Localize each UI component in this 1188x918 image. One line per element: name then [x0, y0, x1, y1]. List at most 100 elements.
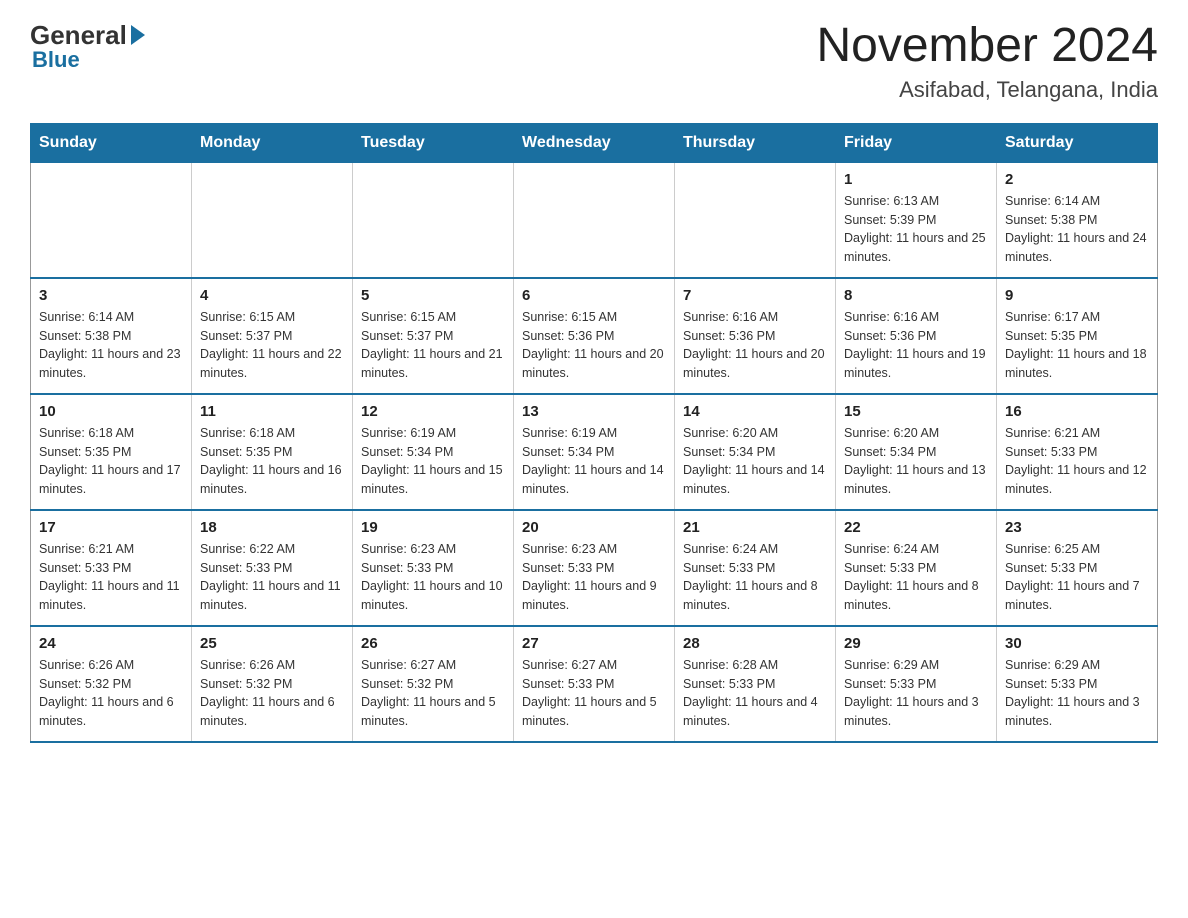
day-number: 5 [361, 287, 505, 304]
location-subtitle: Asifabad, Telangana, India [816, 77, 1158, 103]
calendar-cell: 6 Sunrise: 6:15 AMSunset: 5:36 PMDaylight… [514, 278, 675, 394]
weekday-header-wednesday: Wednesday [514, 123, 675, 162]
calendar-cell: 17 Sunrise: 6:21 AMSunset: 5:33 PMDayligh… [31, 510, 192, 626]
calendar-cell: 13Sunrise: 6:19 AMSunset: 5:34 PMDayligh… [514, 394, 675, 510]
day-number: 27 [522, 635, 666, 652]
day-info: Sunrise: 6:27 AMSunset: 5:33 PMDaylight:… [522, 656, 666, 731]
day-number: 10 [39, 403, 183, 420]
calendar-cell: 16 Sunrise: 6:21 AMSunset: 5:33 PMDayligh… [997, 394, 1158, 510]
calendar-cell: 28Sunrise: 6:28 AMSunset: 5:33 PMDayligh… [675, 626, 836, 742]
calendar-cell: 8 Sunrise: 6:16 AMSunset: 5:36 PMDaylight… [836, 278, 997, 394]
day-number: 29 [844, 635, 988, 652]
calendar-cell: 20 Sunrise: 6:23 AMSunset: 5:33 PMDayligh… [514, 510, 675, 626]
day-info: Sunrise: 6:13 AMSunset: 5:39 PMDaylight:… [844, 192, 988, 267]
day-number: 25 [200, 635, 344, 652]
month-title: November 2024 [816, 20, 1158, 73]
day-number: 20 [522, 519, 666, 536]
day-number: 17 [39, 519, 183, 536]
calendar-cell: 9 Sunrise: 6:17 AMSunset: 5:35 PMDaylight… [997, 278, 1158, 394]
day-info: Sunrise: 6:21 AMSunset: 5:33 PMDaylight:… [39, 540, 183, 615]
logo-blue-text: Blue [32, 47, 80, 73]
logo: General Blue [30, 20, 145, 73]
calendar-cell: 2 Sunrise: 6:14 AMSunset: 5:38 PMDaylight… [997, 162, 1158, 278]
weekday-header-monday: Monday [192, 123, 353, 162]
weekday-header-sunday: Sunday [31, 123, 192, 162]
day-number: 23 [1005, 519, 1149, 536]
calendar-cell: 11 Sunrise: 6:18 AMSunset: 5:35 PMDayligh… [192, 394, 353, 510]
day-info: Sunrise: 6:15 AMSunset: 5:37 PMDaylight:… [200, 308, 344, 383]
day-info: Sunrise: 6:23 AMSunset: 5:33 PMDaylight:… [522, 540, 666, 615]
day-number: 21 [683, 519, 827, 536]
day-number: 30 [1005, 635, 1149, 652]
calendar-cell: 7 Sunrise: 6:16 AMSunset: 5:36 PMDaylight… [675, 278, 836, 394]
calendar-cell: 25 Sunrise: 6:26 AMSunset: 5:32 PMDayligh… [192, 626, 353, 742]
day-number: 19 [361, 519, 505, 536]
page-header: General Blue November 2024 Asifabad, Tel… [30, 20, 1158, 103]
calendar-cell: 29 Sunrise: 6:29 AMSunset: 5:33 PMDayligh… [836, 626, 997, 742]
day-info: Sunrise: 6:17 AMSunset: 5:35 PMDaylight:… [1005, 308, 1149, 383]
weekday-header-tuesday: Tuesday [353, 123, 514, 162]
day-info: Sunrise: 6:16 AMSunset: 5:36 PMDaylight:… [683, 308, 827, 383]
calendar-cell: 10Sunrise: 6:18 AMSunset: 5:35 PMDayligh… [31, 394, 192, 510]
calendar-week-row: 17 Sunrise: 6:21 AMSunset: 5:33 PMDayligh… [31, 510, 1158, 626]
calendar-cell [514, 162, 675, 278]
day-number: 26 [361, 635, 505, 652]
weekday-header-thursday: Thursday [675, 123, 836, 162]
day-number: 14 [683, 403, 827, 420]
day-info: Sunrise: 6:29 AMSunset: 5:33 PMDaylight:… [1005, 656, 1149, 731]
calendar-cell: 23 Sunrise: 6:25 AMSunset: 5:33 PMDayligh… [997, 510, 1158, 626]
calendar-cell: 15 Sunrise: 6:20 AMSunset: 5:34 PMDayligh… [836, 394, 997, 510]
day-number: 24 [39, 635, 183, 652]
day-number: 9 [1005, 287, 1149, 304]
calendar-header-row: SundayMondayTuesdayWednesdayThursdayFrid… [31, 123, 1158, 162]
calendar-cell: 21 Sunrise: 6:24 AMSunset: 5:33 PMDayligh… [675, 510, 836, 626]
day-number: 11 [200, 403, 344, 420]
calendar-cell [353, 162, 514, 278]
day-number: 3 [39, 287, 183, 304]
day-number: 12 [361, 403, 505, 420]
day-number: 22 [844, 519, 988, 536]
day-number: 8 [844, 287, 988, 304]
calendar-cell [31, 162, 192, 278]
day-info: Sunrise: 6:21 AMSunset: 5:33 PMDaylight:… [1005, 424, 1149, 499]
day-info: Sunrise: 6:14 AMSunset: 5:38 PMDaylight:… [1005, 192, 1149, 267]
day-info: Sunrise: 6:18 AMSunset: 5:35 PMDaylight:… [200, 424, 344, 499]
calendar-cell: 1 Sunrise: 6:13 AMSunset: 5:39 PMDaylight… [836, 162, 997, 278]
calendar-week-row: 3 Sunrise: 6:14 AMSunset: 5:38 PMDaylight… [31, 278, 1158, 394]
day-info: Sunrise: 6:26 AMSunset: 5:32 PMDaylight:… [39, 656, 183, 731]
calendar-cell: 12Sunrise: 6:19 AMSunset: 5:34 PMDayligh… [353, 394, 514, 510]
day-info: Sunrise: 6:15 AMSunset: 5:36 PMDaylight:… [522, 308, 666, 383]
calendar-table: SundayMondayTuesdayWednesdayThursdayFrid… [30, 123, 1158, 743]
day-info: Sunrise: 6:23 AMSunset: 5:33 PMDaylight:… [361, 540, 505, 615]
day-info: Sunrise: 6:22 AMSunset: 5:33 PMDaylight:… [200, 540, 344, 615]
day-info: Sunrise: 6:20 AMSunset: 5:34 PMDaylight:… [844, 424, 988, 499]
day-info: Sunrise: 6:28 AMSunset: 5:33 PMDaylight:… [683, 656, 827, 731]
calendar-cell: 19 Sunrise: 6:23 AMSunset: 5:33 PMDayligh… [353, 510, 514, 626]
day-number: 18 [200, 519, 344, 536]
weekday-header-friday: Friday [836, 123, 997, 162]
title-block: November 2024 Asifabad, Telangana, India [816, 20, 1158, 103]
day-number: 6 [522, 287, 666, 304]
calendar-week-row: 10 Sunrise: 6:18 AMSunset: 5:35 PMDayligh… [31, 394, 1158, 510]
calendar-cell [192, 162, 353, 278]
day-info: Sunrise: 6:26 AMSunset: 5:32 PMDaylight:… [200, 656, 344, 731]
weekday-header-saturday: Saturday [997, 123, 1158, 162]
calendar-cell: 30 Sunrise: 6:29 AMSunset: 5:33 PMDayligh… [997, 626, 1158, 742]
logo-arrow-icon [131, 25, 145, 45]
day-info: Sunrise: 6:14 AMSunset: 5:38 PMDaylight:… [39, 308, 183, 383]
day-info: Sunrise: 6:15 AMSunset: 5:37 PMDaylight:… [361, 308, 505, 383]
day-info: Sunrise: 6:29 AMSunset: 5:33 PMDaylight:… [844, 656, 988, 731]
day-info: Sunrise: 6:25 AMSunset: 5:33 PMDaylight:… [1005, 540, 1149, 615]
day-info: Sunrise: 6:20 AMSunset: 5:34 PMDaylight:… [683, 424, 827, 499]
day-number: 2 [1005, 171, 1149, 188]
day-number: 16 [1005, 403, 1149, 420]
day-number: 15 [844, 403, 988, 420]
calendar-cell: 4Sunrise: 6:15 AMSunset: 5:37 PMDaylight… [192, 278, 353, 394]
day-info: Sunrise: 6:24 AMSunset: 5:33 PMDaylight:… [683, 540, 827, 615]
day-info: Sunrise: 6:16 AMSunset: 5:36 PMDaylight:… [844, 308, 988, 383]
day-number: 7 [683, 287, 827, 304]
calendar-cell [675, 162, 836, 278]
calendar-cell: 26Sunrise: 6:27 AMSunset: 5:32 PMDayligh… [353, 626, 514, 742]
day-number: 1 [844, 171, 988, 188]
calendar-week-row: 1 Sunrise: 6:13 AMSunset: 5:39 PMDaylight… [31, 162, 1158, 278]
